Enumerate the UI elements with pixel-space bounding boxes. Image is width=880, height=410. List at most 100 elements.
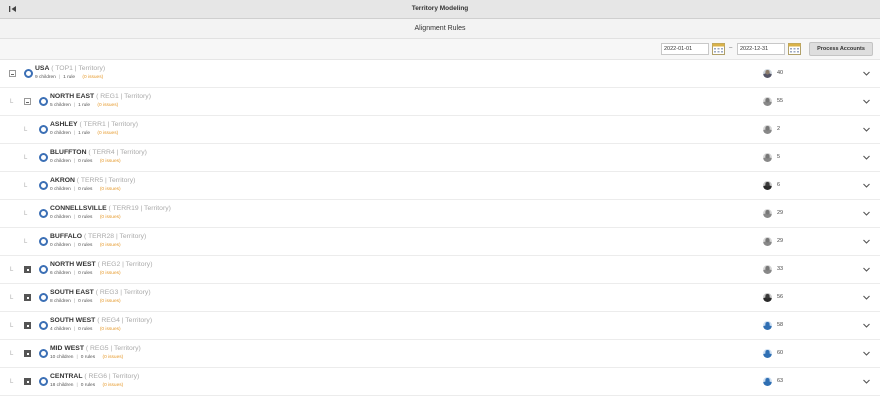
chevron-down-icon[interactable]: [862, 209, 871, 218]
rules-count: 0 rules: [80, 355, 96, 360]
territory-summary: 5 children | 1 rule (0 issues): [50, 103, 119, 108]
rules-count: 1 rule: [63, 75, 76, 80]
tree-row[interactable]: L CONNELLSVILLE ( TERR19 | Territory) 0 …: [0, 200, 880, 228]
chevron-down-icon[interactable]: [862, 237, 871, 246]
account-count: 55: [777, 98, 784, 104]
rules-count: 0 rules: [80, 383, 96, 388]
issues-count[interactable]: (0 issues): [102, 383, 123, 388]
user-avatar-icon: [763, 97, 772, 106]
chevron-down-icon[interactable]: [862, 153, 871, 162]
user-avatar-icon: [763, 153, 772, 162]
account-count: 33: [777, 266, 784, 272]
issues-count[interactable]: (0 issues): [100, 271, 121, 276]
issues-count[interactable]: (0 issues): [97, 131, 118, 136]
expand-toggle-icon[interactable]: [24, 294, 31, 301]
children-count: 0 children: [50, 243, 71, 248]
territory-name[interactable]: USA: [35, 65, 49, 72]
tree-row[interactable]: L NORTH WEST ( REG2 | Territory) 6 child…: [0, 256, 880, 284]
chevron-down-icon[interactable]: [862, 69, 871, 78]
tree-row[interactable]: L AKRON ( TERR5 | Territory) 0 children |…: [0, 172, 880, 200]
territory-name[interactable]: CENTRAL: [50, 373, 82, 380]
issues-count[interactable]: (0 issues): [97, 103, 118, 108]
tree-row[interactable]: L MID WEST ( REG5 | Territory) 10 childr…: [0, 340, 880, 368]
issues-count[interactable]: (0 issues): [102, 355, 123, 360]
process-accounts-button[interactable]: Process Accounts: [809, 42, 873, 56]
chevron-down-icon[interactable]: [862, 293, 871, 302]
territory-summary: 0 children | 0 rules (0 issues): [50, 159, 121, 164]
territory-node-icon: [39, 237, 48, 246]
territory-node-icon: [39, 125, 48, 134]
territory-node-icon: [39, 321, 48, 330]
tree-row[interactable]: L SOUTH WEST ( REG4 | Territory) 4 child…: [0, 312, 880, 340]
issues-count[interactable]: (0 issues): [100, 243, 121, 248]
territory-code: ( REG4 | Territory): [95, 317, 153, 324]
territory-summary: 0 children | 0 rules (0 issues): [50, 215, 121, 220]
territory-name[interactable]: SOUTH WEST: [50, 317, 95, 324]
issues-count[interactable]: (0 issues): [82, 75, 103, 80]
children-count: 10 children: [50, 355, 74, 360]
collapse-toggle-icon[interactable]: [24, 98, 31, 105]
territory-node-icon: [39, 181, 48, 190]
territory-name[interactable]: NORTH EAST: [50, 93, 94, 100]
territory-summary: 10 children | 0 rules (0 issues): [50, 355, 124, 360]
territory-name[interactable]: NORTH WEST: [50, 261, 96, 268]
user-avatar-icon: [763, 349, 772, 358]
calendar-icon[interactable]: [788, 42, 801, 55]
territory-name[interactable]: BLUFFTON: [50, 149, 87, 156]
tree-guide: L: [24, 155, 28, 161]
tree-guide: L: [24, 183, 28, 189]
tree-row[interactable]: L BLUFFTON ( TERR4 | Territory) 0 childr…: [0, 144, 880, 172]
chevron-down-icon[interactable]: [862, 181, 871, 190]
issues-count[interactable]: (0 issues): [100, 299, 121, 304]
tree-guide: L: [24, 211, 28, 217]
expand-toggle-icon[interactable]: [24, 322, 31, 329]
territory-node-icon: [39, 209, 48, 218]
chevron-down-icon[interactable]: [862, 97, 871, 106]
chevron-down-icon[interactable]: [862, 349, 871, 358]
tree-row[interactable]: L NORTH EAST ( REG1 | Territory) 5 child…: [0, 88, 880, 116]
user-avatar-icon: [763, 69, 772, 78]
issues-count[interactable]: (0 issues): [100, 187, 121, 192]
territory-name[interactable]: SOUTH EAST: [50, 289, 94, 296]
territory-code: ( TERR4 | Territory): [86, 149, 147, 156]
tree-row[interactable]: L ASHLEY ( TERR1 | Territory) 0 children…: [0, 116, 880, 144]
chevron-down-icon[interactable]: [862, 321, 871, 330]
issues-count[interactable]: (0 issues): [100, 159, 121, 164]
territory-title: NORTH EAST ( REG1 | Territory): [50, 93, 151, 100]
tree-row[interactable]: L CENTRAL ( REG6 | Territory) 18 childre…: [0, 368, 880, 396]
chevron-down-icon[interactable]: [862, 265, 871, 274]
children-count: 8 children: [50, 299, 71, 304]
tree-row[interactable]: L BUFFALO ( TERR28 | Territory) 0 childr…: [0, 228, 880, 256]
children-count: 18 children: [50, 383, 74, 388]
tree-row[interactable]: L SOUTH EAST ( REG3 | Territory) 8 child…: [0, 284, 880, 312]
rules-count: 0 rules: [78, 327, 93, 332]
territory-title: BUFFALO ( TERR28 | Territory): [50, 233, 146, 240]
territory-name[interactable]: BUFFALO: [50, 233, 82, 240]
account-count: 58: [777, 322, 784, 328]
territory-node-icon: [39, 349, 48, 358]
issues-count[interactable]: (0 issues): [100, 215, 121, 220]
territory-code: ( REG1 | Territory): [94, 93, 151, 100]
territory-name[interactable]: CONNELLSVILLE: [50, 205, 107, 212]
tree-guide: L: [24, 239, 28, 245]
start-date-input[interactable]: [661, 43, 709, 55]
end-date-input[interactable]: [737, 43, 785, 55]
expand-toggle-icon[interactable]: [24, 378, 31, 385]
account-count: 29: [777, 210, 784, 216]
expand-toggle-icon[interactable]: [24, 350, 31, 357]
expand-toggle-icon[interactable]: [24, 266, 31, 273]
issues-count[interactable]: (0 issues): [100, 327, 121, 332]
chevron-down-icon[interactable]: [862, 125, 871, 134]
collapse-toggle-icon[interactable]: [9, 70, 16, 77]
date-range-separator: –: [729, 45, 733, 51]
territory-title: BLUFFTON ( TERR4 | Territory): [50, 149, 147, 156]
territory-name[interactable]: AKRON: [50, 177, 75, 184]
territory-code: ( REG6 | Territory): [82, 373, 140, 380]
tree-row[interactable]: USA ( TOP1 | Territory) 9 children | 1 rul…: [0, 60, 880, 88]
children-count: 5 children: [50, 103, 71, 108]
tree-guide: L: [10, 351, 14, 357]
territory-name[interactable]: ASHLEY: [50, 121, 78, 128]
territory-name[interactable]: MID WEST: [50, 345, 84, 352]
calendar-icon[interactable]: [712, 42, 725, 55]
chevron-down-icon[interactable]: [862, 377, 871, 386]
